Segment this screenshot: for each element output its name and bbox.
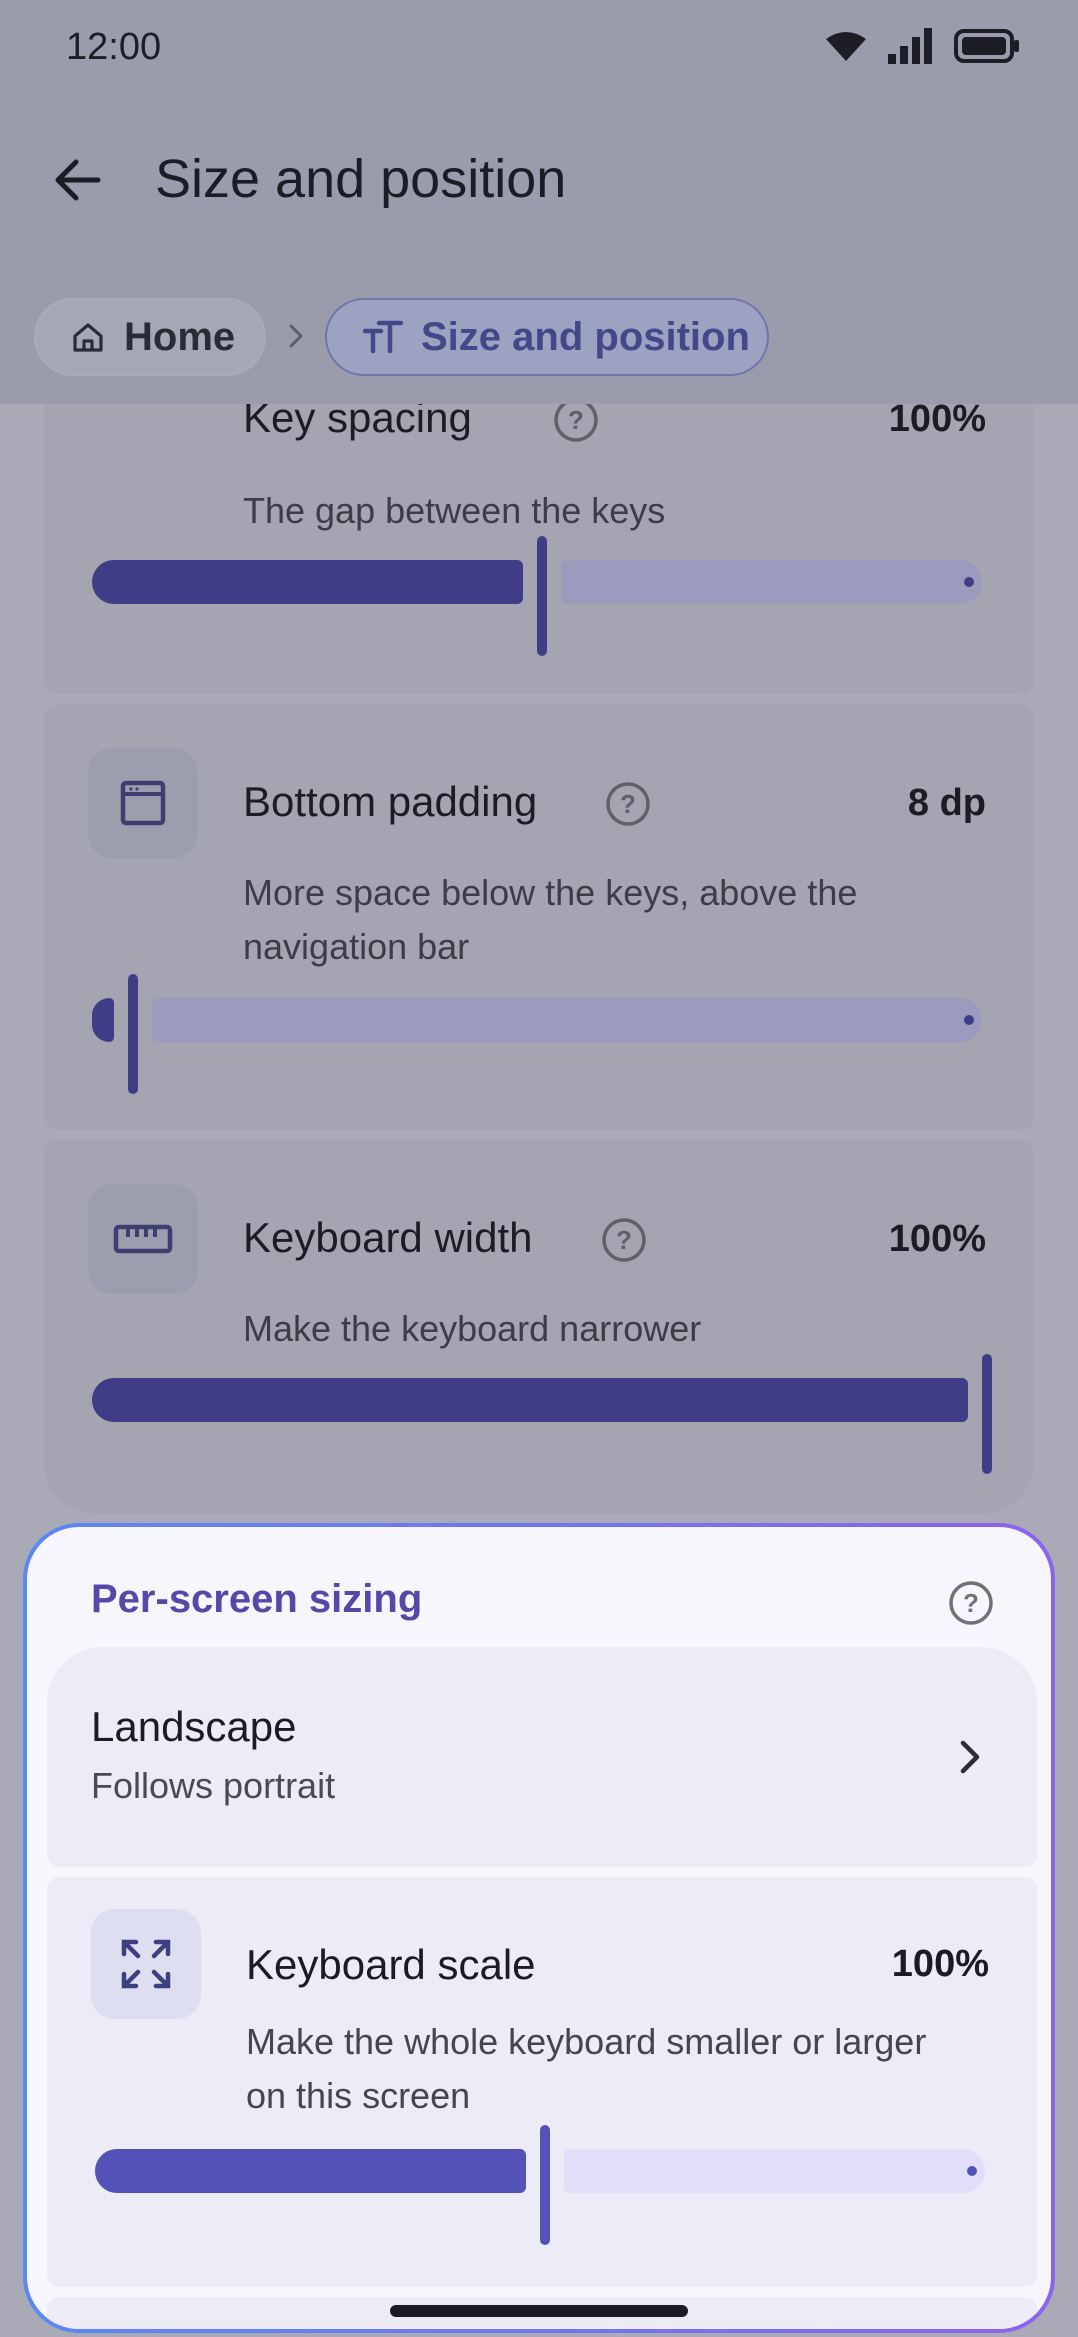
svg-text:?: ? — [568, 405, 584, 435]
slider-stop-indicator — [964, 577, 974, 587]
text-size-icon — [363, 320, 403, 354]
per-screen-panel-body: Per-screen sizing ? Landscape Follows po… — [27, 1527, 1051, 2329]
help-icon[interactable]: ? — [604, 780, 652, 828]
landscape-subtitle: Follows portrait — [91, 1765, 336, 1806]
setting-description: Make the keyboard narrower — [243, 1308, 702, 1349]
svg-text:?: ? — [620, 789, 636, 819]
breadcrumb-size-position-label: Size and position — [421, 314, 750, 359]
setting-value: 8 dp — [907, 782, 986, 824]
slider-active-track — [92, 998, 114, 1042]
keyboard-width-slider[interactable] — [92, 1354, 992, 1474]
setting-value: 100% — [888, 1218, 986, 1260]
slider-stop-indicator — [964, 1015, 974, 1025]
slider-thumb[interactable] — [982, 1354, 992, 1474]
battery-icon — [954, 29, 1019, 63]
home-icon — [73, 323, 103, 352]
back-arrow-icon[interactable] — [50, 152, 106, 208]
landscape-title: Landscape — [91, 1703, 297, 1750]
expand-icon — [121, 1939, 171, 1989]
setting-name: Bottom padding — [243, 778, 538, 825]
expand-icon-bg — [91, 1909, 201, 2019]
key-spacing-slider[interactable] — [92, 536, 992, 656]
slider-active-track — [92, 560, 523, 604]
breadcrumb-size-position[interactable]: Size and position — [325, 298, 769, 376]
slider-inactive-track — [561, 560, 982, 604]
slider-thumb[interactable] — [537, 536, 547, 656]
setting-name: Keyboard scale — [246, 1941, 536, 1988]
setting-keyboard-width: Keyboard width ? 100% Make the keyboard … — [44, 1140, 1034, 1514]
bottom-padding-icon — [120, 780, 166, 826]
slider-inactive-track — [564, 2149, 985, 2193]
screen: 12:00 Size and position Home Size and po… — [0, 0, 1078, 2337]
status-icons — [826, 28, 1020, 64]
status-time: 12:00 — [66, 26, 162, 68]
slider-inactive-track — [152, 998, 982, 1042]
help-icon[interactable]: ? — [947, 1579, 995, 1627]
slider-stop-indicator — [967, 2166, 977, 2176]
bottom-padding-icon-bg — [88, 748, 198, 858]
setting-bottom-padding: Bottom padding ? 8 dp More space below t… — [44, 704, 1034, 1130]
wifi-icon — [826, 32, 866, 61]
per-screen-title: Per-screen sizing — [91, 1577, 423, 1621]
setting-description: Make the whole keyboard smaller or large… — [246, 2021, 927, 2116]
slider-active-track — [92, 1378, 968, 1422]
setting-value: 100% — [891, 1943, 989, 1985]
slider-thumb[interactable] — [540, 2125, 550, 2245]
breadcrumb-home-label: Home — [124, 314, 236, 359]
ruler-icon-bg — [88, 1184, 198, 1294]
per-screen-panel: Per-screen sizing ? Landscape Follows po… — [23, 1523, 1055, 2333]
signal-icon — [888, 28, 932, 64]
app-bar: 12:00 Size and position Home Size and po… — [0, 0, 1078, 404]
breadcrumb-home[interactable]: Home — [34, 298, 266, 376]
svg-text:?: ? — [616, 1225, 632, 1255]
status-bar: 12:00 — [0, 0, 1078, 100]
help-icon[interactable]: ? — [600, 1216, 648, 1264]
landscape-row[interactable]: Landscape Follows portrait — [47, 1647, 1037, 1867]
bottom-padding-slider[interactable] — [92, 974, 992, 1094]
setting-keyboard-scale: Keyboard scale 100% Make the whole keybo… — [47, 1877, 1037, 2287]
keyboard-scale-slider[interactable] — [95, 2125, 995, 2245]
setting-name: Keyboard width — [243, 1214, 533, 1261]
slider-thumb[interactable] — [128, 974, 138, 1094]
setting-description: The gap between the keys — [243, 490, 666, 531]
svg-text:?: ? — [963, 1588, 979, 1618]
setting-description: More space below the keys, above the nav… — [243, 872, 858, 967]
home-indicator[interactable] — [390, 2305, 688, 2317]
chevron-right-icon — [960, 1740, 980, 1774]
slider-active-track — [95, 2149, 526, 2193]
setting-value: 100% — [888, 398, 986, 440]
ruler-icon — [113, 1224, 173, 1254]
page-title: Size and position — [155, 149, 567, 209]
chevron-right-icon — [289, 324, 304, 348]
